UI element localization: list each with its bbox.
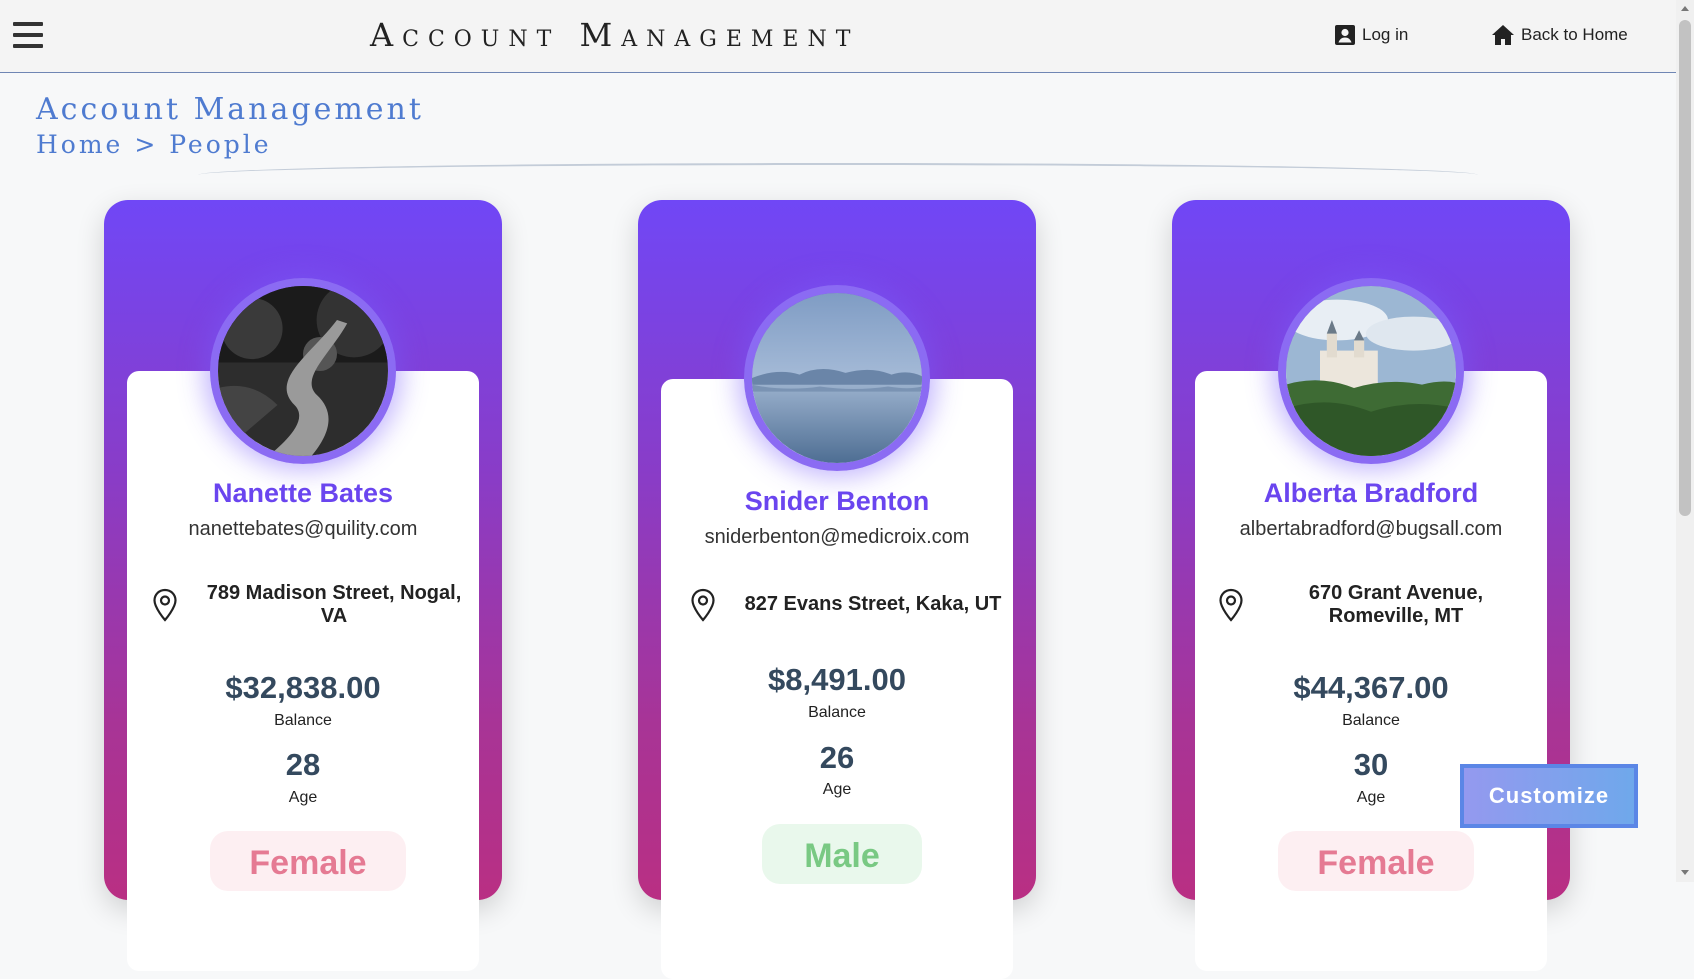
person-age: 26 bbox=[819, 740, 855, 775]
login-label: Log in bbox=[1362, 25, 1409, 44]
account-box-icon bbox=[1335, 25, 1355, 45]
age-label: Age bbox=[288, 789, 318, 806]
person-email: nanettebates@quility.com bbox=[188, 518, 418, 540]
address-line-1: 670 Grant Avenue, bbox=[1308, 582, 1484, 604]
person-address: 670 Grant Avenue, Romeville, MT bbox=[1264, 582, 1528, 628]
person-name: Nanette Bates bbox=[212, 478, 394, 508]
gender-badge: Male bbox=[762, 824, 922, 884]
back-to-home-button[interactable]: Back to Home bbox=[1491, 24, 1628, 46]
balance-label: Balance bbox=[274, 712, 332, 729]
customize-button[interactable]: Customize bbox=[1460, 764, 1638, 828]
person-email: albertabradford@bugsall.com bbox=[1239, 518, 1503, 540]
gender-badge: Female bbox=[1278, 831, 1474, 891]
location-pin-icon bbox=[691, 588, 715, 622]
location-pin-icon bbox=[1219, 588, 1243, 622]
breadcrumb-home-link[interactable]: Home bbox=[36, 130, 123, 159]
scrollbar-thumb[interactable] bbox=[1679, 20, 1691, 516]
address-line-2: VA bbox=[320, 605, 348, 627]
person-balance: $44,367.00 bbox=[1293, 670, 1449, 705]
avatar bbox=[1278, 278, 1464, 464]
back-to-home-label: Back to Home bbox=[1521, 25, 1628, 44]
avatar bbox=[744, 285, 930, 471]
location-pin-icon bbox=[153, 588, 177, 622]
login-button[interactable]: Log in bbox=[1334, 24, 1408, 46]
balance-label: Balance bbox=[808, 704, 866, 721]
heading-divider bbox=[198, 163, 1478, 175]
scroll-down-arrow-icon[interactable] bbox=[1681, 870, 1689, 875]
person-address: 827 Evans Street, Kaka, UT bbox=[728, 593, 1018, 616]
vertical-scrollbar[interactable] bbox=[1676, 0, 1694, 882]
address-line-1: 827 Evans Street, Kaka, UT bbox=[744, 593, 1002, 615]
balance-label: Balance bbox=[1342, 712, 1400, 729]
scroll-up-arrow-icon[interactable] bbox=[1681, 6, 1689, 11]
person-email: sniderbenton@medicroix.com bbox=[704, 526, 970, 548]
avatar bbox=[210, 278, 396, 464]
person-balance: $32,838.00 bbox=[225, 670, 381, 705]
address-line-2: Romeville, MT bbox=[1328, 605, 1464, 627]
top-navigation-bar: Account Management Log in Back to Home bbox=[0, 0, 1676, 73]
app-title: Account Management bbox=[370, 16, 860, 54]
person-address: 789 Madison Street, Nogal, VA bbox=[184, 582, 484, 628]
gender-badge: Female bbox=[210, 831, 406, 891]
breadcrumb: Home > People bbox=[36, 130, 272, 159]
breadcrumb-separator: > bbox=[134, 130, 159, 159]
person-name: Alberta Bradford bbox=[1263, 478, 1479, 508]
person-card[interactable]: Snider Benton sniderbenton@medicroix.com… bbox=[638, 200, 1036, 979]
age-label: Age bbox=[822, 781, 852, 798]
hamburger-menu-icon[interactable] bbox=[13, 22, 43, 52]
person-name: Snider Benton bbox=[744, 486, 930, 516]
page-title: Account Management bbox=[36, 92, 424, 127]
address-line-1: 789 Madison Street, Nogal, bbox=[206, 582, 462, 604]
person-card[interactable]: Nanette Bates nanettebates@quility.com 7… bbox=[104, 200, 502, 971]
home-icon bbox=[1492, 25, 1514, 45]
breadcrumb-current: People bbox=[169, 130, 272, 159]
person-balance: $8,491.00 bbox=[768, 662, 906, 697]
person-age: 28 bbox=[285, 747, 321, 782]
